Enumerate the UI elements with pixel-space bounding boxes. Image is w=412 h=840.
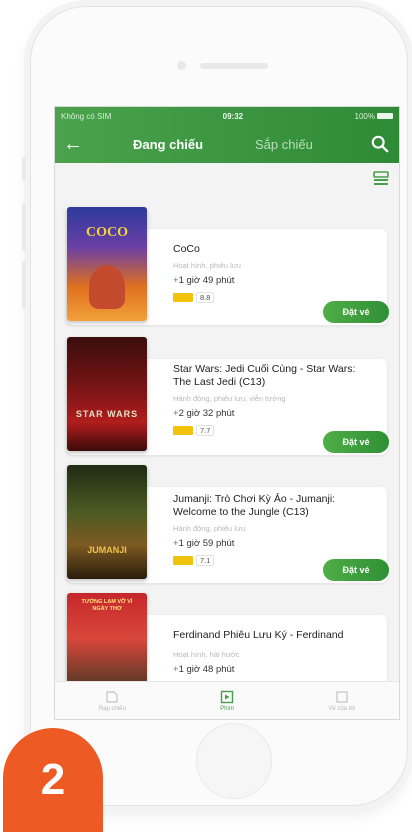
bottom-tab-bar: Rạp chiếu Phim Vé của tôi	[55, 681, 399, 719]
back-arrow-icon[interactable]: ←	[55, 125, 91, 163]
rating-score: 8.8	[196, 292, 215, 303]
movie-genre: Hoạt hình, phiêu lưu	[173, 261, 241, 270]
tab-label: Phim	[220, 705, 234, 712]
duration-text: 1 giờ 48 phút	[178, 664, 235, 675]
movie-info: Jumanji: Trò Chơi Kỳ Ảo - Jumanji: Welco…	[173, 493, 373, 566]
movie-duration: +1 giờ 48 phút	[173, 664, 235, 675]
movie-title: Ferdinand Phiêu Lưu Ký - Ferdinand	[173, 629, 344, 641]
poster-title: STAR WARS	[75, 409, 139, 419]
movie-title: Jumanji: Trò Chơi Kỳ Ảo - Jumanji: Welco…	[173, 493, 336, 518]
clock: 09:32	[222, 111, 244, 121]
rating-score: 7.7	[196, 425, 215, 436]
step-number-badge: 2	[3, 728, 103, 832]
filter-icon[interactable]	[373, 171, 389, 187]
battery-icon	[377, 113, 393, 120]
tab-label: Vé của tôi	[328, 705, 356, 712]
movie-info: Star Wars: Jedi Cuối Cùng - Star Wars: T…	[173, 363, 373, 436]
home-button[interactable]	[196, 723, 272, 799]
status-bar: Không có SIM 09:32 100%	[55, 107, 399, 125]
movie-poster[interactable]: JUMANJI	[67, 465, 147, 579]
movie-genre: Hành động, phiêu lưu	[173, 524, 246, 533]
tab-coming-soon[interactable]: Sắp chiếu	[255, 137, 313, 152]
movie-genre: Hoạt hình, hài hước	[173, 650, 240, 659]
movie-poster[interactable]: STAR WARS	[67, 337, 147, 451]
poster-title: TƯỞNG LẠM VỠ VÌ NGÀY THƠ	[81, 599, 133, 612]
ticket-icon	[336, 690, 348, 703]
duration-text: 1 giờ 59 phút	[178, 538, 235, 549]
volume-down-button	[22, 261, 26, 309]
poster-title: JUMANJI	[87, 545, 127, 555]
rating-badge	[173, 556, 193, 565]
search-icon[interactable]	[371, 135, 389, 153]
movie-info: Ferdinand Phiêu Lưu Ký - Ferdinand Hoạt …	[173, 629, 373, 675]
duration-text: 1 giờ 49 phút	[178, 275, 235, 286]
movie-info: CoCo Hoạt hình, phiêu lưu +1 giờ 49 phút…	[173, 243, 373, 303]
rating-score: 7.1	[196, 555, 215, 566]
movie-duration: +2 giờ 32 phút	[173, 408, 235, 419]
movie-list[interactable]: COCO CoCo Hoạt hình, phiêu lưu +1 giờ 49…	[55, 163, 399, 681]
poster-title: COCO	[86, 225, 128, 240]
carrier-text: Không có SIM	[61, 111, 112, 121]
battery-indicator: 100%	[355, 112, 393, 121]
movie-title: CoCo	[173, 243, 200, 255]
rating-badge	[173, 426, 193, 435]
front-camera	[177, 61, 186, 70]
tab-my-tickets[interactable]: Vé của tôi	[284, 682, 399, 719]
stage: Không có SIM 09:32 100% ← Đang chiếu Sắp…	[0, 0, 412, 840]
tab-now-showing[interactable]: Đang chiếu	[133, 137, 203, 152]
movie-genre: Hành động, phiêu lưu, viễn tưởng	[173, 394, 286, 403]
tab-cinemas[interactable]: Rạp chiếu	[55, 682, 170, 719]
book-ticket-button[interactable]: Đặt vé	[323, 301, 389, 323]
book-ticket-button[interactable]: Đặt vé	[323, 559, 389, 581]
volume-up-button	[22, 203, 26, 251]
top-nav-bar: ← Đang chiếu Sắp chiếu	[55, 125, 399, 163]
tab-movies[interactable]: Phim	[170, 682, 285, 719]
film-icon	[220, 690, 234, 703]
duration-text: 2 giờ 32 phút	[178, 408, 235, 419]
movie-poster[interactable]: COCO	[67, 207, 147, 321]
speaker-grille	[200, 63, 268, 69]
mute-switch	[22, 157, 26, 181]
battery-percent: 100%	[354, 111, 375, 121]
app-screen: Không có SIM 09:32 100% ← Đang chiếu Sắp…	[54, 106, 400, 720]
movie-duration: +1 giờ 49 phút	[173, 275, 235, 286]
movie-title: Star Wars: Jedi Cuối Cùng - Star Wars: T…	[173, 363, 356, 388]
book-ticket-button[interactable]: Đặt vé	[323, 431, 389, 453]
movie-duration: +1 giờ 59 phút	[173, 538, 235, 549]
cinema-icon	[106, 690, 118, 703]
movie-poster[interactable]: TƯỞNG LẠM VỠ VÌ NGÀY THƠ	[67, 593, 147, 681]
rating-badge	[173, 293, 193, 302]
tab-label: Rạp chiếu	[98, 705, 126, 712]
